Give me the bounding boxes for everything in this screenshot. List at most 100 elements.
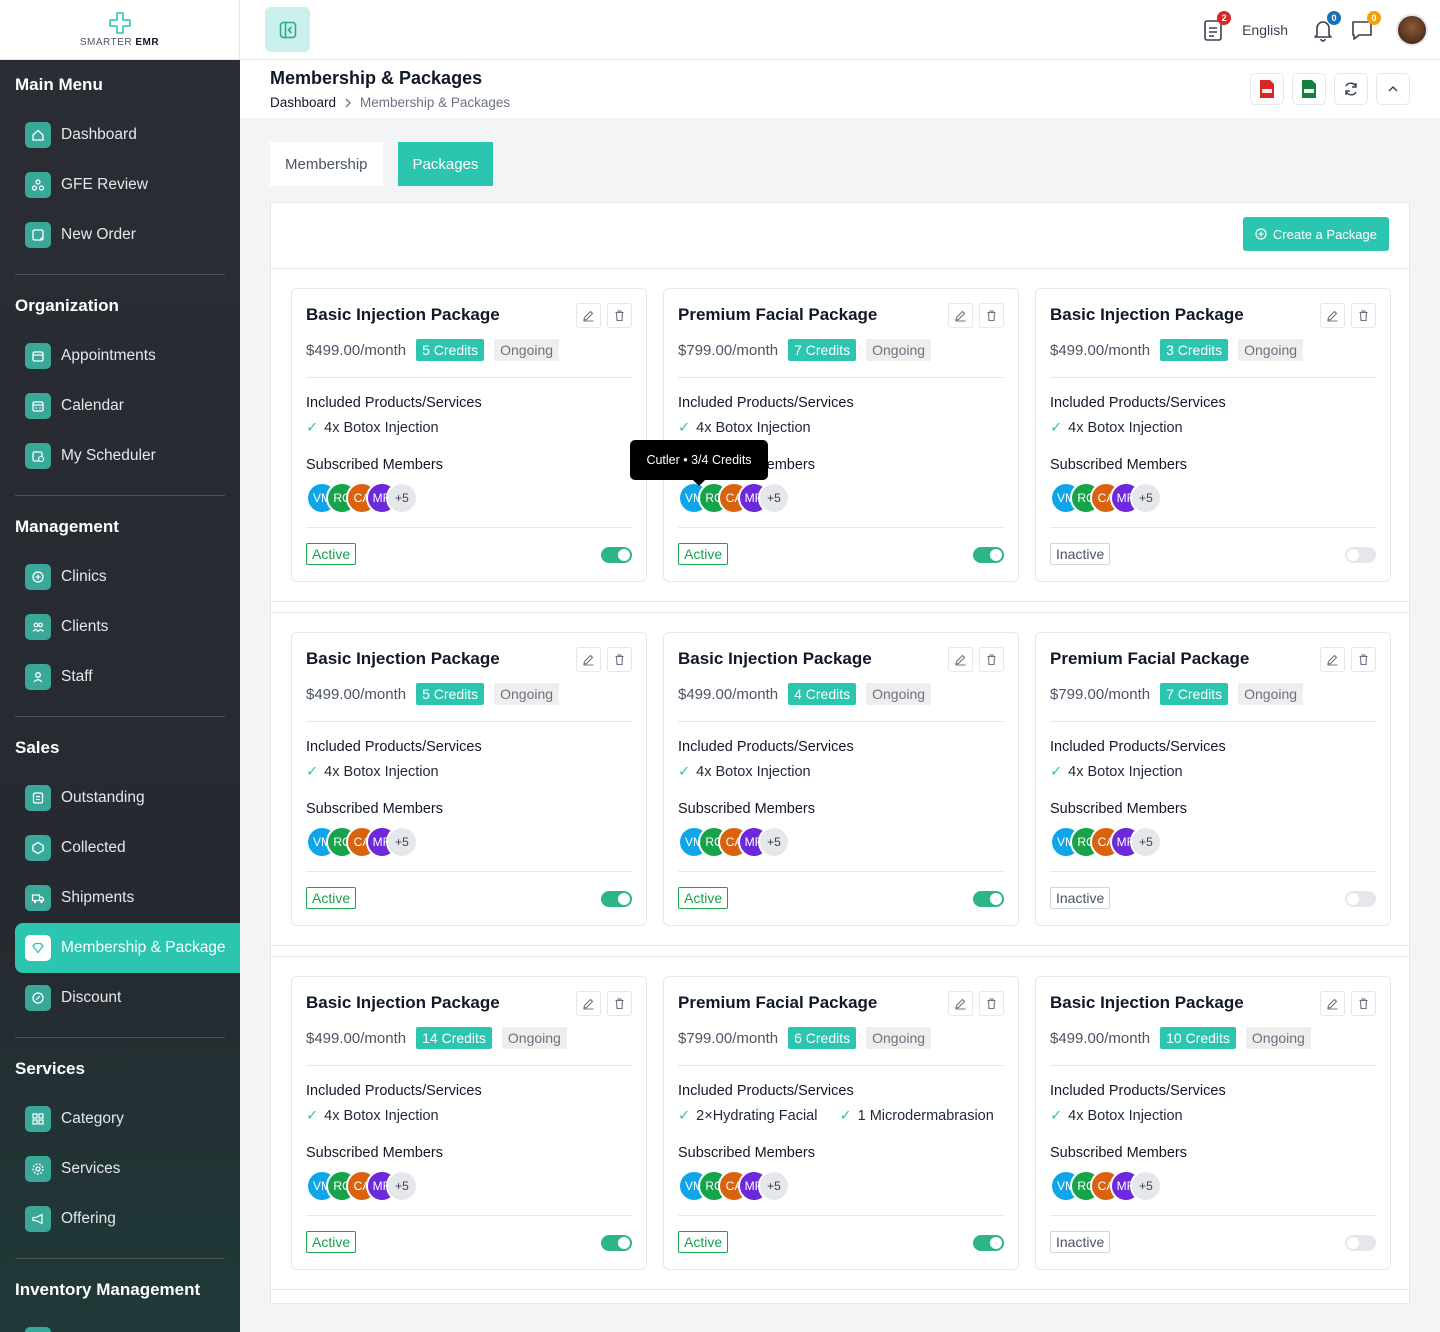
user-avatar[interactable] <box>1396 14 1428 46</box>
edit-button[interactable] <box>576 647 601 672</box>
notifications-button[interactable]: 0 <box>1312 11 1341 42</box>
member-avatars: VM RC CA MR +5 <box>1050 1170 1162 1202</box>
delete-button[interactable] <box>607 991 632 1016</box>
edit-icon <box>955 654 966 666</box>
sidebar-item-outstanding[interactable]: Outstanding <box>0 773 240 823</box>
collapse-header-button[interactable] <box>1376 73 1410 105</box>
edit-button[interactable] <box>1320 991 1345 1016</box>
card-divider <box>306 1215 632 1216</box>
package-card: Basic Injection Package $499.00/month 3 … <box>1035 288 1391 582</box>
members-heading: Subscribed Members <box>678 1145 815 1161</box>
status-toggle[interactable] <box>1345 1235 1376 1251</box>
price-row: $499.00/month 4 Credits Ongoing <box>678 683 932 705</box>
breadcrumb-home[interactable]: Dashboard <box>270 95 336 110</box>
card-actions <box>576 303 632 328</box>
included-item: ✓ 1 Microdermabrasion <box>839 1108 994 1124</box>
sidebar-item-clinics[interactable]: Clinics <box>0 552 240 602</box>
more-members-button[interactable]: +5 <box>1130 482 1162 514</box>
sidebar-item-shipments[interactable]: Shipments <box>0 873 240 923</box>
status-toggle[interactable] <box>1345 547 1376 563</box>
edit-button[interactable] <box>948 303 973 328</box>
delete-button[interactable] <box>1351 991 1376 1016</box>
delete-button[interactable] <box>607 303 632 328</box>
more-members-button[interactable]: +5 <box>386 482 418 514</box>
edit-button[interactable] <box>948 647 973 672</box>
delete-button[interactable] <box>979 991 1004 1016</box>
sidebar-item-new-order[interactable]: New Order <box>0 210 240 260</box>
check-icon: ✓ <box>306 420 319 436</box>
toggle-knob <box>618 549 630 561</box>
sidebar-item-label: Category <box>61 1110 124 1127</box>
sidebar-nav: Main Menu Dashboard GFE Review New Order… <box>0 60 240 1332</box>
sidebar-item-calendar[interactable]: Calendar <box>0 381 240 431</box>
more-members-button[interactable]: +5 <box>386 826 418 858</box>
more-members-button[interactable]: +5 <box>1130 1170 1162 1202</box>
sidebar-collapse-button[interactable] <box>265 7 310 52</box>
included-items: ✓ 4x Botox Injection <box>678 420 811 436</box>
brand-logo[interactable]: SMARTER EMR <box>0 0 240 60</box>
sidebar-item-dashboard[interactable]: Dashboard <box>0 110 240 160</box>
credits-badge: 3 Credits <box>1160 339 1229 361</box>
messages-badge: 0 <box>1367 11 1381 25</box>
sidebar-item-my-scheduler[interactable]: My Scheduler <box>0 431 240 481</box>
more-members-button[interactable]: +5 <box>1130 826 1162 858</box>
edit-button[interactable] <box>576 303 601 328</box>
messages-button[interactable]: 0 <box>1350 11 1381 42</box>
sidebar-item-category[interactable]: Category <box>0 1094 240 1144</box>
export-xls-button[interactable] <box>1292 73 1326 105</box>
card-divider <box>1050 527 1376 528</box>
status-toggle[interactable] <box>601 1235 632 1251</box>
card-actions <box>576 647 632 672</box>
status-toggle[interactable] <box>973 1235 1004 1251</box>
edit-button[interactable] <box>948 991 973 1016</box>
sidebar-item-products[interactable]: Products <box>0 1315 240 1332</box>
sidebar-item-gfe-review[interactable]: GFE Review <box>0 160 240 210</box>
sidebar-item-collected[interactable]: Collected <box>0 823 240 873</box>
notes-button[interactable]: 2 <box>1202 11 1232 42</box>
more-members-button[interactable]: +5 <box>758 826 790 858</box>
sidebar-item-clients[interactable]: Clients <box>0 602 240 652</box>
status-toggle[interactable] <box>1345 891 1376 907</box>
tab-membership[interactable]: Membership <box>270 142 383 186</box>
member-avatars: VM RC CA MR +5 <box>1050 826 1162 858</box>
package-card: Basic Injection Package $499.00/month 5 … <box>291 288 647 582</box>
delete-button[interactable] <box>979 647 1004 672</box>
refresh-button[interactable] <box>1334 73 1368 105</box>
sidebar-item-membership-package[interactable]: Membership & Package <box>15 923 240 973</box>
status-toggle[interactable] <box>601 547 632 563</box>
delete-button[interactable] <box>979 303 1004 328</box>
box-icon <box>25 1327 51 1332</box>
status-badge: Active <box>678 887 729 909</box>
sidebar-item-discount[interactable]: Discount <box>0 973 240 1023</box>
edit-button[interactable] <box>1320 647 1345 672</box>
edit-button[interactable] <box>576 991 601 1016</box>
delete-button[interactable] <box>607 647 632 672</box>
edit-button[interactable] <box>1320 303 1345 328</box>
status-toggle[interactable] <box>973 547 1004 563</box>
create-package-button[interactable]: Create a Package <box>1242 217 1389 251</box>
delete-button[interactable] <box>1351 303 1376 328</box>
sidebar-item-appointments[interactable]: Appointments <box>0 331 240 381</box>
more-members-button[interactable]: +5 <box>758 482 790 514</box>
delete-button[interactable] <box>1351 647 1376 672</box>
member-avatars: VM RC CA MR +5 <box>678 1170 790 1202</box>
sidebar-item-offering[interactable]: Offering <box>0 1194 240 1244</box>
edit-icon <box>583 998 594 1010</box>
package-price: $499.00/month <box>306 685 407 703</box>
staff-icon <box>25 664 51 690</box>
card-actions <box>948 991 1004 1016</box>
card-actions <box>948 647 1004 672</box>
sidebar-item-services[interactable]: Services <box>0 1144 240 1194</box>
sidebar-item-staff[interactable]: Staff <box>0 652 240 702</box>
check-icon: ✓ <box>678 420 691 436</box>
packages-panel: Create a Package Basic Injection Package… <box>270 202 1410 1304</box>
more-members-button[interactable]: +5 <box>758 1170 790 1202</box>
package-title: Premium Facial Package <box>1050 649 1250 668</box>
trash-icon <box>1359 998 1368 1010</box>
status-toggle[interactable] <box>601 891 632 907</box>
more-members-button[interactable]: +5 <box>386 1170 418 1202</box>
status-toggle[interactable] <box>973 891 1004 907</box>
language-selector[interactable]: English <box>1242 22 1288 38</box>
export-pdf-button[interactable] <box>1250 73 1284 105</box>
tab-packages[interactable]: Packages <box>397 142 494 186</box>
